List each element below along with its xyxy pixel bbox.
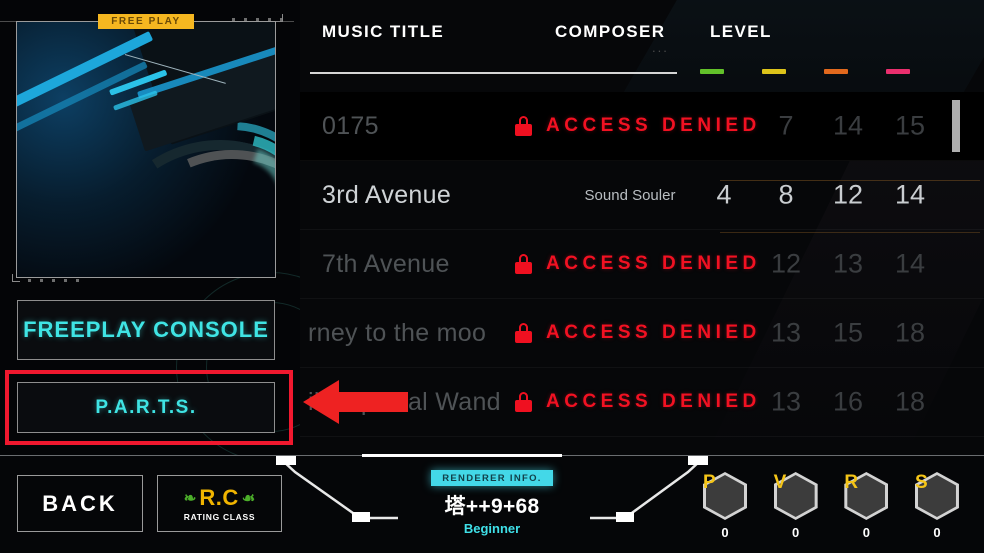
stat-badge-letter: S [914, 472, 928, 493]
song-title: rney to the moo [308, 318, 487, 347]
difficulty-bar-future [824, 69, 848, 74]
access-denied-group: ACCESS DENIED [515, 115, 761, 137]
lock-icon [515, 254, 532, 274]
song-composer: Sound Souler [584, 186, 676, 204]
stat-badge-count: 0 [862, 525, 870, 540]
level-value: 12 [770, 248, 802, 279]
stat-badges: P0V0R0S0 [700, 472, 962, 542]
stat-badge-p[interactable]: P0 [700, 472, 750, 542]
renderer-info-value: 塔++9+68 [444, 495, 540, 518]
stat-badge-letter: R [844, 472, 859, 493]
difficulty-color-bars [700, 69, 945, 74]
column-header-composer: COMPOSER [555, 22, 666, 41]
rating-class-button[interactable]: ❧ R.C ☙ RATING CLASS [157, 475, 282, 532]
level-value: 8 [778, 179, 794, 210]
rating-class-sub: RATING CLASS [183, 512, 256, 522]
access-denied-label: ACCESS DENIED [546, 253, 761, 274]
rating-class-row: ❧ R.C ☙ [184, 485, 255, 511]
access-denied-label: ACCESS DENIED [546, 322, 761, 343]
table-row[interactable]: rney to the moo ACCESS DENIED 13 15 18 [300, 299, 984, 368]
stat-badge-count: 0 [792, 525, 800, 540]
level-value: 14 [832, 110, 864, 141]
access-denied-group: ACCESS DENIED [515, 322, 761, 344]
back-button[interactable]: BACK [17, 475, 143, 532]
access-denied-label: ACCESS DENIED [546, 115, 761, 136]
table-row[interactable]: 7th Avenue ACCESS DENIED 12 13 14 [300, 230, 984, 299]
difficulty-bar-past [700, 69, 724, 74]
laurel-right-icon: ☙ [241, 490, 256, 507]
annotation-arrow-icon [303, 380, 408, 424]
left-panel: FREE PLAY FREEPLAY CONSOLE P.A.R.T.S. [0, 0, 366, 462]
free-play-badge: FREE PLAY [98, 14, 194, 29]
corner-dots-bottom [28, 279, 79, 282]
song-list-scrollbar[interactable] [952, 92, 960, 444]
stat-badge-v[interactable]: V0 [771, 472, 821, 542]
table-row[interactable]: 0175 ACCESS DENIED 7 14 15 [300, 92, 984, 161]
table-row[interactable]: 3rd Avenue Sound Souler 4 8 12 14 [300, 161, 984, 230]
level-values: 4 8 12 14 [700, 161, 950, 229]
level-value: 18 [894, 317, 926, 348]
sidebar-item-parts[interactable]: P.A.R.T.S. [17, 382, 275, 433]
level-value: 15 [832, 317, 864, 348]
access-denied-group: ACCESS DENIED [515, 253, 761, 275]
parts-label: P.A.R.T.S. [95, 396, 197, 418]
stat-badge-r[interactable]: R0 [841, 472, 891, 542]
artwork-top-rail-left [0, 21, 16, 22]
hexagon-icon: S [914, 472, 959, 520]
column-header-ellipsis: ... [652, 40, 669, 55]
stat-badge-letter: P [703, 472, 716, 493]
header-underline [310, 72, 677, 74]
scrollbar-thumb[interactable] [952, 100, 960, 152]
bottom-bar-divider-highlight [362, 454, 562, 457]
album-artwork-image [17, 22, 275, 277]
song-title: 0175 [322, 111, 379, 140]
column-header-level: LEVEL [710, 22, 772, 41]
stat-badge-count: 0 [721, 525, 729, 540]
stat-badge-s[interactable]: S0 [912, 472, 962, 542]
level-value: 7 [778, 110, 794, 141]
freeplay-console-label: FREEPLAY CONSOLE [23, 317, 269, 342]
stat-badge-letter: V [773, 472, 787, 493]
difficulty-bar-present [762, 69, 786, 74]
level-value: 16 [832, 386, 864, 417]
rating-class-main: R.C [199, 485, 239, 510]
laurel-left-icon: ❧ [183, 490, 197, 507]
level-value: 18 [894, 386, 926, 417]
column-header-title: MUSIC TITLE [322, 22, 445, 41]
difficulty-bar-beyond [886, 69, 910, 74]
album-artwork[interactable] [16, 21, 276, 278]
access-denied-group: ACCESS DENIED [515, 391, 761, 413]
hexagon-icon: P [703, 472, 747, 520]
level-value: 12 [832, 179, 864, 210]
renderer-info-difficulty: Beginner [463, 521, 521, 536]
corner-mark-top-right [275, 14, 283, 22]
level-value: 14 [894, 248, 926, 279]
sidebar-item-freeplay-console[interactable]: FREEPLAY CONSOLE [17, 300, 275, 360]
level-value: 15 [894, 110, 926, 141]
level-value: 13 [770, 386, 802, 417]
level-value: 4 [716, 179, 732, 210]
level-value: 13 [832, 248, 864, 279]
lock-icon [515, 392, 532, 412]
lock-icon [515, 323, 532, 343]
stat-badge-count: 0 [933, 525, 941, 540]
renderer-info-badge: RENDERER INFO. [431, 470, 553, 486]
back-button-label: BACK [42, 490, 118, 516]
access-denied-label: ACCESS DENIED [546, 391, 761, 412]
song-list-header: MUSIC TITLE COMPOSER ... LEVEL [300, 0, 984, 92]
hexagon-icon: R [844, 472, 889, 520]
song-title: 7th Avenue [322, 249, 450, 278]
hexagon-icon: V [773, 472, 818, 520]
level-value: 13 [770, 317, 802, 348]
level-value: 14 [894, 179, 926, 210]
corner-mark-bottom-left [12, 274, 20, 282]
renderer-info: RENDERER INFO. 塔++9+68 Beginner [390, 468, 594, 536]
lock-icon [515, 116, 532, 136]
song-title: 3rd Avenue [322, 180, 452, 209]
